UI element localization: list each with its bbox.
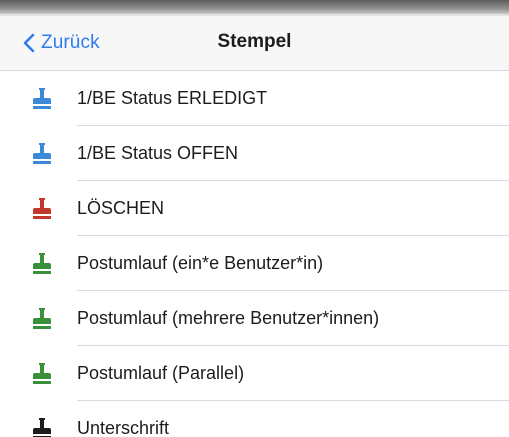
stamp-item-offen[interactable]: 1/BE Status OFFEN (0, 126, 509, 181)
stamp-list: 1/BE Status ERLEDIGT 1/BE Status OFFEN L… (0, 71, 509, 437)
stamp-icon (33, 143, 51, 164)
stamp-item-label: Unterschrift (77, 418, 170, 437)
stamp-icon (33, 308, 51, 329)
stamp-item-label: 1/BE Status ERLEDIGT (77, 88, 268, 108)
stamp-item-loeschen[interactable]: LÖSCHEN (0, 181, 509, 236)
stamp-icon (33, 198, 51, 219)
navigation-bar: Zurück Stempel (0, 16, 509, 71)
stamp-item-label: Postumlauf (ein*e Benutzer*in) (77, 253, 324, 273)
stamp-icon (33, 363, 51, 384)
stamp-item-postumlauf-einzel[interactable]: Postumlauf (ein*e Benutzer*in) (0, 236, 509, 291)
stamp-icon (33, 253, 51, 274)
stamp-icon (33, 418, 51, 437)
screen: Zurück Stempel 1/BE Status ERLEDIGT 1/BE… (0, 0, 509, 437)
stamp-item-label: Postumlauf (mehrere Benutzer*innen) (77, 308, 380, 328)
stamp-item-unterschrift[interactable]: Unterschrift (0, 401, 509, 437)
page-title: Stempel (217, 31, 292, 52)
stamp-item-postumlauf-parallel[interactable]: Postumlauf (Parallel) (0, 346, 509, 401)
stamp-item-label: 1/BE Status OFFEN (77, 143, 239, 163)
stamp-item-label: Postumlauf (Parallel) (77, 363, 245, 383)
stamp-item-erledigt[interactable]: 1/BE Status ERLEDIGT (0, 71, 509, 126)
stamp-item-label: LÖSCHEN (77, 198, 165, 218)
top-window-edge (0, 0, 509, 14)
stamp-icon (33, 88, 51, 109)
stamp-item-postumlauf-mehrere[interactable]: Postumlauf (mehrere Benutzer*innen) (0, 291, 509, 346)
